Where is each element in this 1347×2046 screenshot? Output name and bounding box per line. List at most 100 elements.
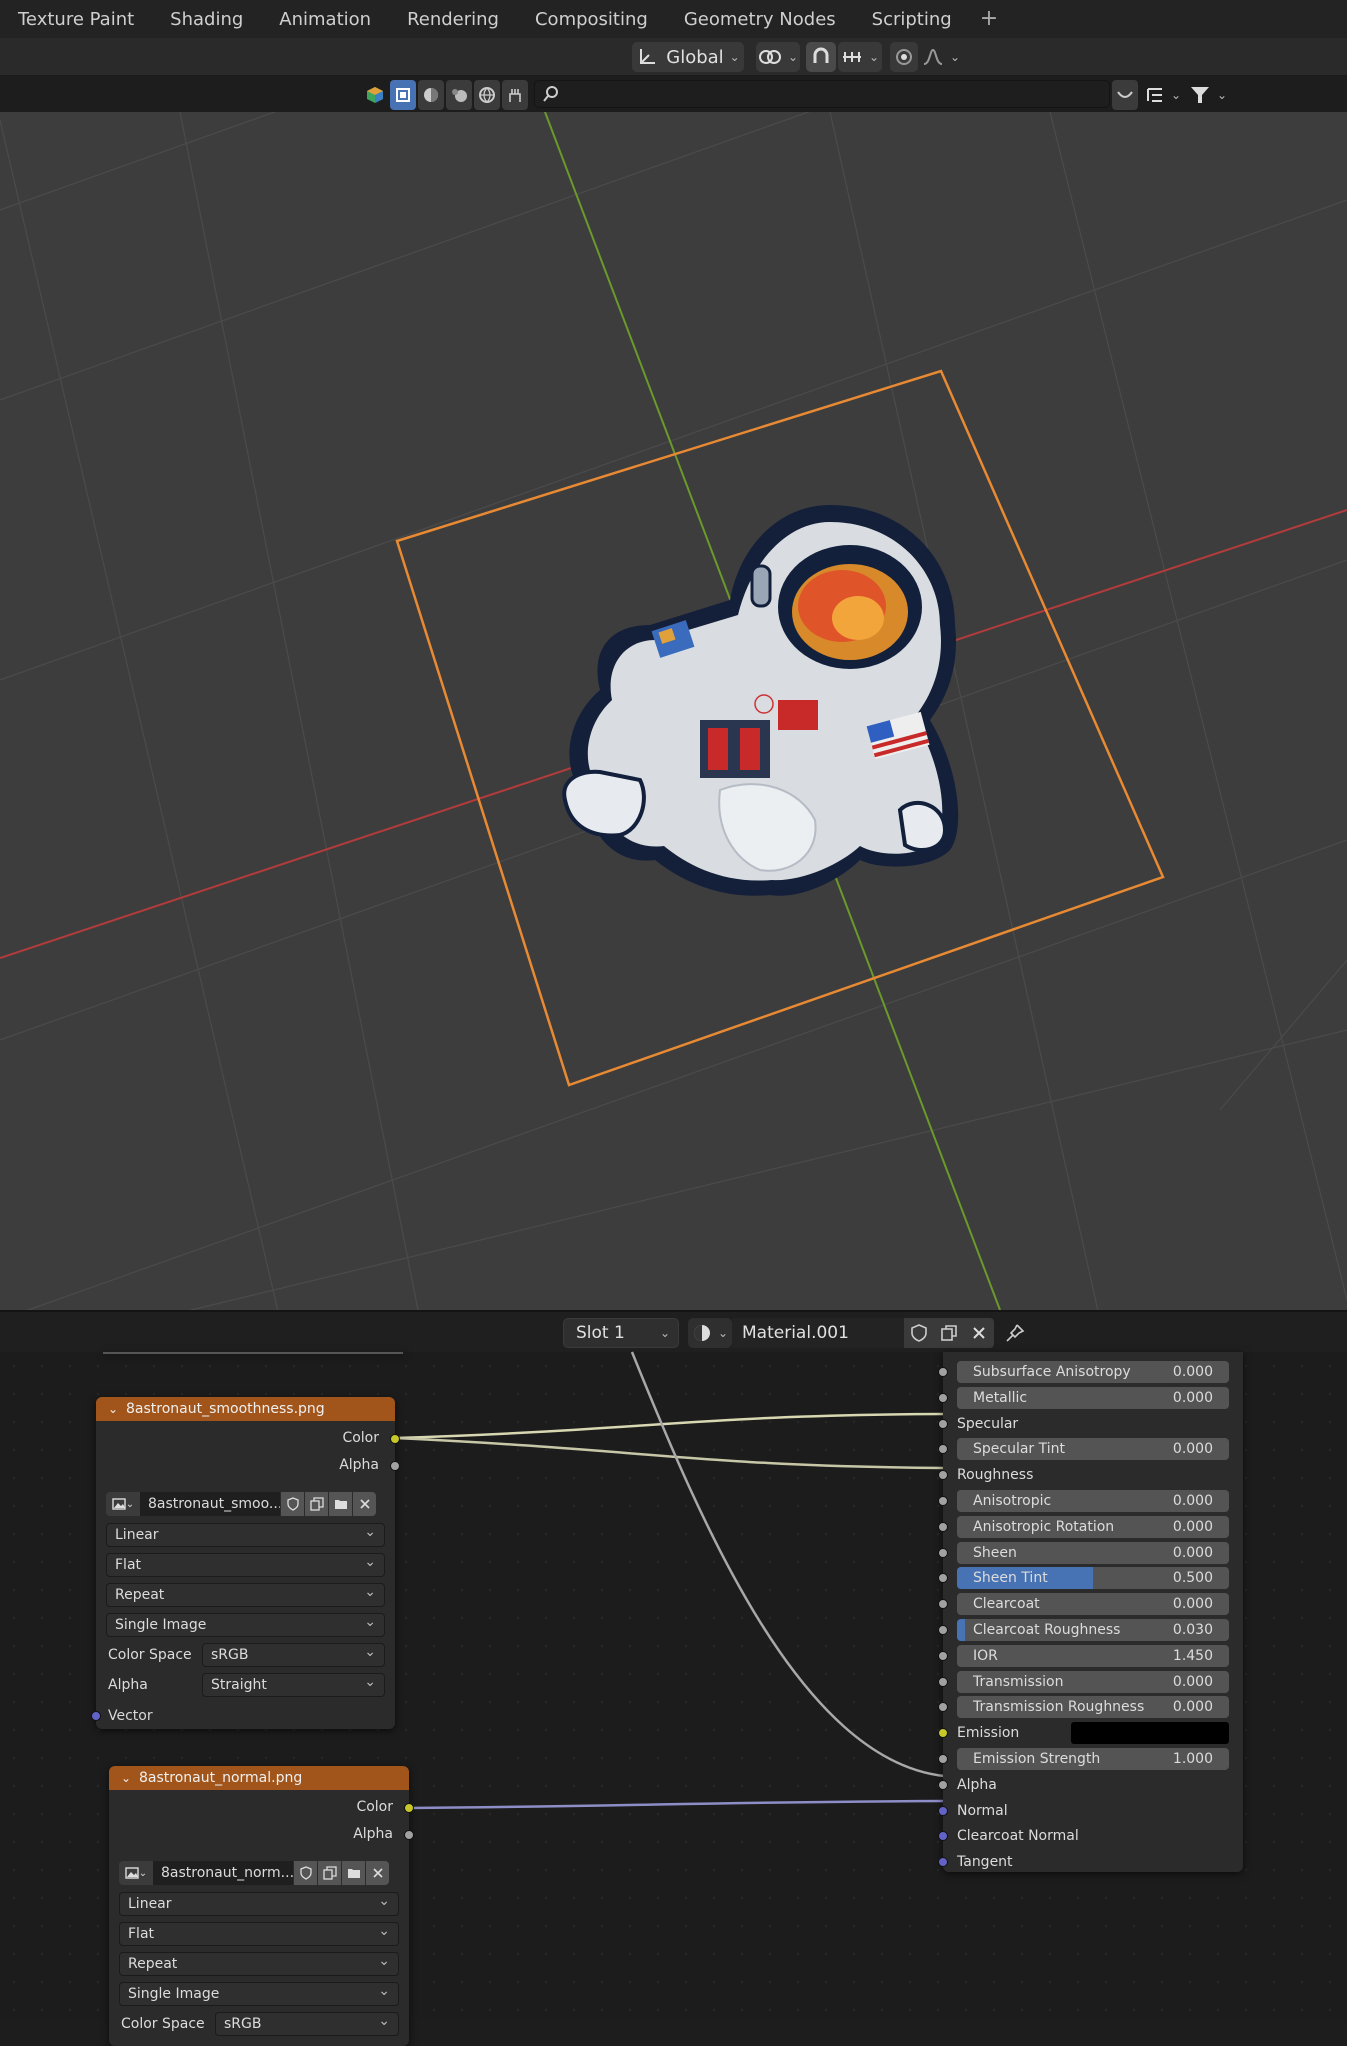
input-socket-anisotropic-rotation[interactable] [938, 1522, 948, 1532]
image-name-field[interactable]: 8astronaut_norm... [153, 1861, 293, 1885]
brush-icon[interactable] [502, 80, 528, 110]
value-slider-metallic[interactable]: Metallic 0.000 [957, 1387, 1229, 1409]
falloff-dropdown[interactable]: ⌄ [920, 42, 962, 72]
material-slot-dropdown[interactable]: Slot 1 ⌄ [563, 1318, 679, 1348]
principled-bsdf-node[interactable]: Subsurface Anisotropy 0.000 Metallic 0.000 S… [938, 1352, 1243, 1872]
tab-compositing[interactable]: Compositing [517, 0, 666, 38]
shield-icon[interactable] [293, 1861, 317, 1885]
input-socket-roughness[interactable] [938, 1470, 948, 1480]
source-dropdown[interactable]: Single Image [119, 1980, 399, 2006]
duplicate-material-button[interactable] [934, 1318, 964, 1348]
pin-button[interactable] [1000, 1318, 1030, 1348]
interpolation-dropdown[interactable]: Linear [119, 1890, 399, 1916]
snap-target-dropdown[interactable]: ⌄ [838, 42, 882, 72]
value-slider-anisotropic[interactable]: Anisotropic 0.000 [957, 1490, 1229, 1512]
input-socket-emission-strength[interactable] [938, 1754, 948, 1764]
value-slider-anisotropic-rotation[interactable]: Anisotropic Rotation 0.000 [957, 1516, 1229, 1538]
input-socket-clearcoat-roughness[interactable] [938, 1625, 948, 1635]
source-dropdown[interactable]: Single Image [106, 1611, 385, 1637]
3d-viewport[interactable] [0, 112, 1347, 1310]
node-title-bar[interactable]: ⌄ 8astronaut_smoothness.png [96, 1397, 395, 1421]
value-slider-transmission-roughness[interactable]: Transmission Roughness 0.000 [957, 1696, 1229, 1718]
tab-scripting[interactable]: Scripting [854, 0, 970, 38]
input-socket-normal[interactable] [938, 1806, 948, 1816]
color-space-dropdown[interactable]: sRGB [202, 1641, 385, 1667]
input-socket-metallic[interactable] [938, 1393, 948, 1403]
input-socket-alpha[interactable] [938, 1780, 948, 1790]
tab-texture-paint[interactable]: Texture Paint [0, 0, 152, 38]
value-slider-clearcoat[interactable]: Clearcoat 0.000 [957, 1593, 1229, 1615]
add-workspace-icon[interactable]: + [970, 0, 1008, 38]
input-socket-sheen[interactable] [938, 1548, 948, 1558]
close-icon[interactable] [365, 1861, 389, 1885]
value-slider-ior[interactable]: IOR 1.450 [957, 1645, 1229, 1667]
open-folder-icon[interactable] [341, 1861, 365, 1885]
outliner-search-input[interactable] [534, 80, 1110, 108]
input-socket-emission[interactable] [938, 1728, 948, 1738]
display-mode-dropdown[interactable]: ⌄ [1142, 80, 1184, 110]
input-socket-tangent[interactable] [938, 1857, 948, 1867]
input-socket-clearcoat-normal[interactable] [938, 1831, 948, 1841]
emission-color-swatch[interactable] [1071, 1722, 1229, 1744]
duplicate-icon[interactable] [304, 1492, 328, 1516]
collapse-triangle-icon[interactable]: ⌄ [121, 1766, 131, 1790]
value-slider-sheen[interactable]: Sheen 0.000 [957, 1542, 1229, 1564]
image-texture-node-normal[interactable]: ⌄ 8astronaut_normal.png Color Alpha ⌄ 8a… [109, 1766, 414, 2046]
value-slider-emission-strength[interactable]: Emission Strength 1.000 [957, 1748, 1229, 1770]
shield-icon[interactable] [280, 1492, 304, 1516]
node-title-bar[interactable]: ⌄ 8astronaut_normal.png [109, 1766, 409, 1790]
fake-user-button[interactable] [904, 1318, 934, 1348]
projection-dropdown[interactable]: Flat [119, 1920, 399, 1946]
unlink-material-button[interactable] [964, 1318, 994, 1348]
value-slider-specular-tint[interactable]: Specular Tint 0.000 [957, 1438, 1229, 1460]
input-socket-anisotropic[interactable] [938, 1496, 948, 1506]
curve-filter-icon[interactable] [1112, 80, 1138, 110]
output-socket-alpha[interactable] [390, 1461, 400, 1471]
image-browse-icon[interactable]: ⌄ [106, 1492, 140, 1516]
tab-rendering[interactable]: Rendering [389, 0, 517, 38]
snap-toggle[interactable] [806, 42, 836, 72]
value-slider-clearcoat-roughness[interactable]: Clearcoat Roughness 0.030 [957, 1619, 1229, 1641]
input-socket-sheen-tint[interactable] [938, 1573, 948, 1583]
value-slider-subsurface-anisotropy[interactable]: Subsurface Anisotropy 0.000 [957, 1361, 1229, 1383]
input-socket-subsurface-anisotropy[interactable] [938, 1367, 948, 1377]
input-socket-clearcoat[interactable] [938, 1599, 948, 1609]
extension-dropdown[interactable]: Repeat [106, 1581, 385, 1607]
extension-dropdown[interactable]: Repeat [119, 1950, 399, 1976]
value-slider-transmission[interactable]: Transmission 0.000 [957, 1671, 1229, 1693]
world-globe-icon[interactable] [474, 80, 500, 110]
tab-animation[interactable]: Animation [261, 0, 389, 38]
value-slider-sheen-tint[interactable]: Sheen Tint 0.500 [957, 1567, 1229, 1589]
input-socket-ior[interactable] [938, 1651, 948, 1661]
input-socket-specular-tint[interactable] [938, 1444, 948, 1454]
projection-dropdown[interactable]: Flat [106, 1551, 385, 1577]
open-folder-icon[interactable] [328, 1492, 352, 1516]
color-space-dropdown[interactable]: sRGB [215, 2010, 399, 2036]
render-visibility-icon[interactable] [446, 80, 472, 110]
tab-geometry-nodes[interactable]: Geometry Nodes [666, 0, 854, 38]
input-socket-transmission[interactable] [938, 1677, 948, 1687]
material-name-field[interactable]: Material.001 [732, 1318, 904, 1348]
collapse-triangle-icon[interactable]: ⌄ [108, 1397, 118, 1421]
pivot-point-dropdown[interactable]: ⌄ [756, 42, 800, 72]
cube-color-icon[interactable] [362, 80, 388, 110]
input-socket-specular[interactable] [938, 1419, 948, 1429]
output-socket-color[interactable] [404, 1803, 414, 1813]
transform-orientation-dropdown[interactable]: Global ⌄ [632, 42, 744, 72]
output-socket-color[interactable] [390, 1434, 400, 1444]
astronaut-patch-texture[interactable] [562, 505, 959, 896]
alpha-mode-dropdown[interactable]: Straight [202, 1671, 385, 1697]
filter-dropdown[interactable]: ⌄ [1186, 80, 1230, 110]
browse-material-button[interactable]: ⌄ [688, 1318, 732, 1348]
proportional-editing-toggle[interactable] [890, 42, 918, 72]
image-name-field[interactable]: 8astronaut_smoo... [140, 1492, 280, 1516]
interpolation-dropdown[interactable]: Linear [106, 1521, 385, 1547]
duplicate-icon[interactable] [317, 1861, 341, 1885]
image-browse-icon[interactable]: ⌄ [119, 1861, 153, 1885]
input-socket-transmission-roughness[interactable] [938, 1702, 948, 1712]
viewport-shading-icon[interactable] [418, 80, 444, 110]
selectable-toggle-icon[interactable] [390, 80, 416, 110]
close-icon[interactable] [352, 1492, 376, 1516]
output-socket-alpha[interactable] [404, 1830, 414, 1840]
input-socket-vector[interactable] [91, 1711, 101, 1721]
